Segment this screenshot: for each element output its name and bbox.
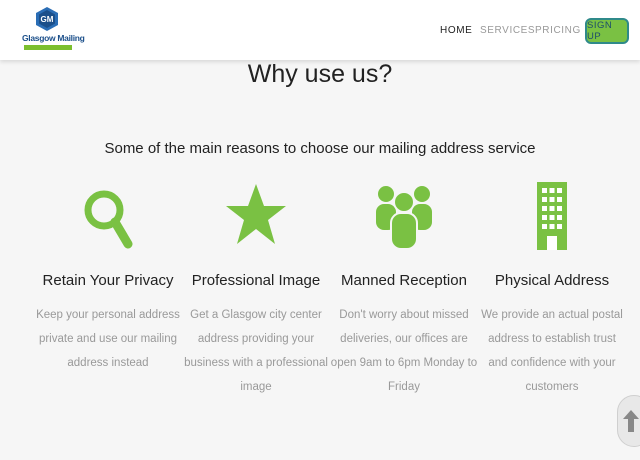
nav-home-link[interactable]: HOME [440,25,472,36]
nav-pricing-link[interactable]: PRICING [535,25,581,36]
feature-title: Manned Reception [341,272,467,289]
feature-title: Professional Image [191,272,321,289]
scroll-to-top-button[interactable] [617,395,640,447]
building-icon [537,182,567,250]
signup-button[interactable]: SIGN UP [585,18,629,44]
hexagon-logo-icon: GM [36,7,58,31]
nav-services-link[interactable]: SERVICES [480,25,535,36]
brand-logo[interactable]: GM Glasgow Mailing [22,7,85,55]
section-title: Why use us? [247,60,393,88]
feature-description: Keep your personal address private and u… [36,309,180,369]
feature-description: Don't worry about missed deliveries, our… [330,309,478,393]
feature-description: Get a Glasgow city center address provid… [184,309,328,393]
logo-wordmark: Glasgow Mailing [22,33,85,43]
feature-manned-reception: Manned Reception Don't worry about misse… [329,180,479,399]
star-icon [226,184,286,244]
feature-title: Retain Your Privacy [42,272,174,289]
navbar: GM Glasgow Mailing HOME SERVICES PRICING… [0,0,640,60]
feature-professional-image: Professional Image Get a Glasgow city ce… [181,180,331,399]
magnifier-icon [84,190,133,249]
feature-physical-address: Physical Address We provide an actual po… [477,180,627,399]
feature-privacy: Retain Your Privacy Keep your personal a… [33,180,183,375]
group-icon [376,186,432,250]
feature-description: We provide an actual postal address to e… [481,309,623,393]
arrow-up-icon [623,410,639,432]
logo-underline [24,45,72,50]
logo-initials: GM [41,15,54,24]
feature-title: Physical Address [494,272,610,289]
section-subtitle: Some of the main reasons to choose our m… [104,140,536,157]
